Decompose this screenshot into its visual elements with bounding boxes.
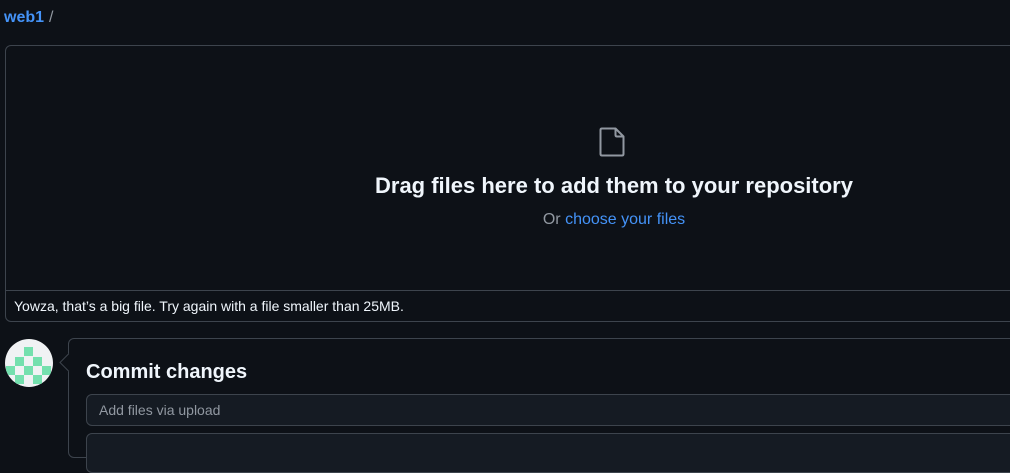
breadcrumb-repo-link[interactable]: web1 — [4, 9, 44, 26]
breadcrumb-separator: / — [49, 9, 54, 26]
commit-changes-panel: Commit changes — [68, 338, 1010, 473]
file-size-error-message: Yowza, that’s a big file. Try again with… — [6, 290, 1010, 321]
commit-title: Commit changes — [86, 361, 248, 383]
file-dropzone[interactable]: Drag files here to add them to your repo… — [5, 45, 1010, 322]
breadcrumb: web1 / — [4, 8, 53, 28]
commit-summary-input[interactable] — [86, 394, 1010, 426]
dropzone-subtitle: Or choose your files — [6, 211, 1010, 229]
dropzone-title: Drag files here to add them to your repo… — [375, 173, 853, 198]
choose-files-link[interactable]: choose your files — [565, 211, 685, 228]
file-icon — [599, 127, 625, 157]
commit-description-field[interactable] — [86, 433, 1010, 473]
avatar[interactable] — [5, 339, 53, 387]
dropzone-subtitle-prefix: Or — [542, 211, 561, 228]
